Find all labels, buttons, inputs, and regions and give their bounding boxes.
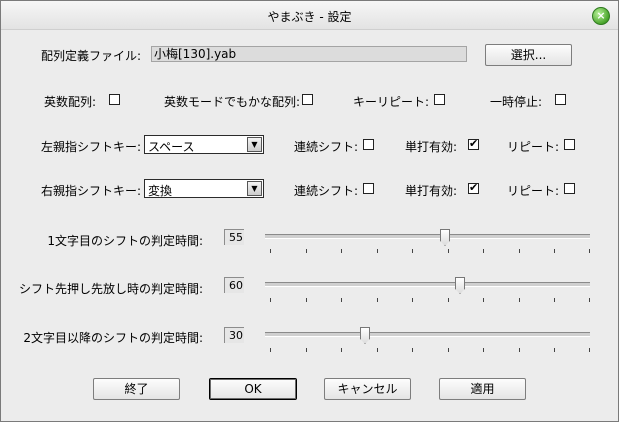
left-shift-key-select[interactable]: スペース ▼: [144, 135, 264, 154]
right-shift-key-select[interactable]: 変換 ▼: [144, 179, 264, 198]
left-continuous-shift-checkbox[interactable]: [363, 139, 374, 150]
title-bar: やまぶき - 設定 ×: [1, 1, 618, 30]
left-shift-label: 左親指シフトキー:: [41, 140, 142, 154]
right-repeat-checkbox[interactable]: [564, 183, 575, 194]
left-continuous-shift-label: 連続シフト:: [294, 140, 359, 154]
key-repeat-checkbox[interactable]: [434, 94, 445, 105]
first-char-shift-time-slider[interactable]: [440, 229, 450, 246]
left-repeat-label: リピート:: [507, 140, 560, 154]
right-continuous-shift-label: 連続シフト:: [294, 184, 359, 198]
second-char-shift-time-value: 30: [224, 327, 244, 343]
select-file-button[interactable]: 選択...: [485, 44, 572, 66]
shift-press-release-time-track: [265, 282, 590, 287]
shift-press-release-time-label: シフト先押し先放し時の判定時間:: [18, 282, 203, 296]
left-repeat-checkbox[interactable]: [564, 139, 575, 150]
exit-button[interactable]: 終了: [93, 378, 180, 400]
layout-file-label: 配列定義ファイル:: [41, 49, 142, 63]
left-single-tap-checkbox[interactable]: [468, 137, 479, 150]
first-char-shift-time-label: 1文字目のシフトの判定時間:: [47, 234, 203, 248]
right-repeat-label: リピート:: [507, 184, 560, 198]
chevron-down-icon[interactable]: ▼: [247, 181, 262, 196]
right-shift-label: 右親指シフトキー:: [41, 184, 142, 198]
key-repeat-label: キーリピート:: [353, 95, 430, 109]
shift-press-release-time-slider[interactable]: [455, 277, 465, 294]
left-shift-key-value: スペース: [148, 140, 195, 154]
pause-label: 一時停止:: [490, 95, 543, 109]
apply-button[interactable]: 適用: [439, 378, 526, 400]
left-single-tap-label: 単打有効:: [405, 140, 458, 154]
right-single-tap-label: 単打有効:: [405, 184, 458, 198]
eisu-layout-label: 英数配列:: [44, 95, 97, 109]
first-char-shift-time-track: [265, 234, 590, 239]
eisu-kana-checkbox[interactable]: [302, 94, 313, 105]
eisu-kana-label: 英数モードでもかな配列:: [164, 95, 301, 109]
settings-window: やまぶき - 設定 × 配列定義ファイル: 小梅[130].yab 選択... …: [0, 0, 619, 422]
ok-button[interactable]: OK: [209, 378, 297, 400]
pause-checkbox[interactable]: [555, 94, 566, 105]
second-char-shift-time-label: 2文字目以降のシフトの判定時間:: [23, 331, 203, 345]
eisu-layout-checkbox[interactable]: [109, 94, 120, 105]
window-title: やまぶき - 設定: [267, 10, 352, 24]
second-char-shift-time-track: [265, 332, 590, 337]
right-single-tap-checkbox[interactable]: [468, 181, 479, 194]
cancel-button[interactable]: キャンセル: [324, 378, 411, 400]
second-char-shift-time-slider[interactable]: [360, 327, 370, 344]
shift-press-release-time-value: 60: [224, 277, 244, 293]
right-continuous-shift-checkbox[interactable]: [363, 183, 374, 194]
first-char-shift-time-value: 55: [224, 229, 244, 245]
chevron-down-icon[interactable]: ▼: [247, 137, 262, 152]
right-shift-key-value: 変換: [148, 184, 173, 198]
close-icon[interactable]: ×: [592, 7, 610, 25]
layout-file-field[interactable]: 小梅[130].yab: [151, 46, 467, 62]
